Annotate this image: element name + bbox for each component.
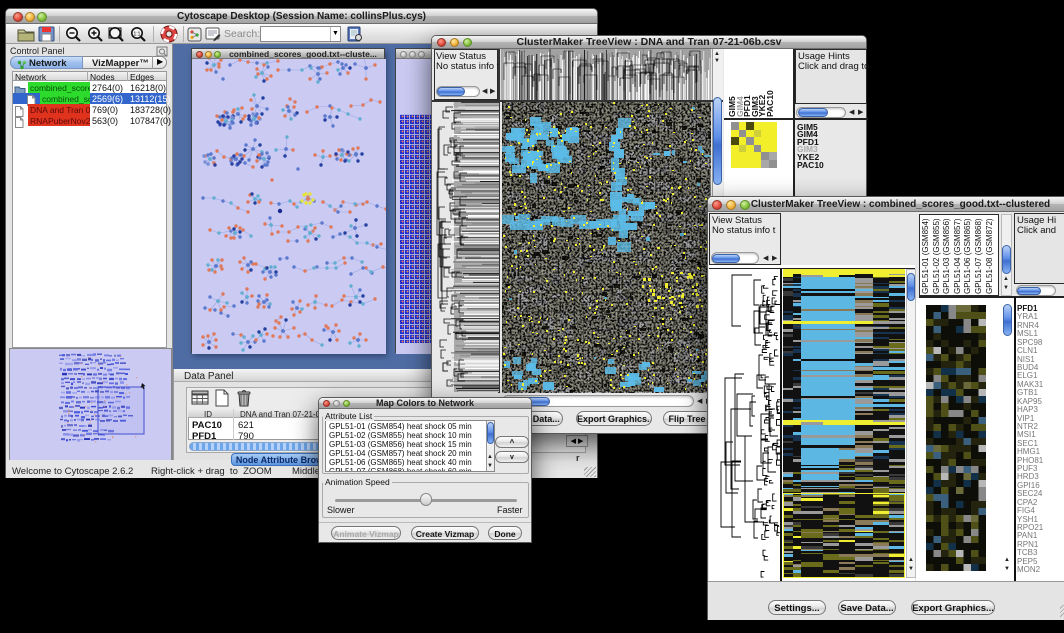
svg-text:1:1: 1:1 [134,32,141,38]
